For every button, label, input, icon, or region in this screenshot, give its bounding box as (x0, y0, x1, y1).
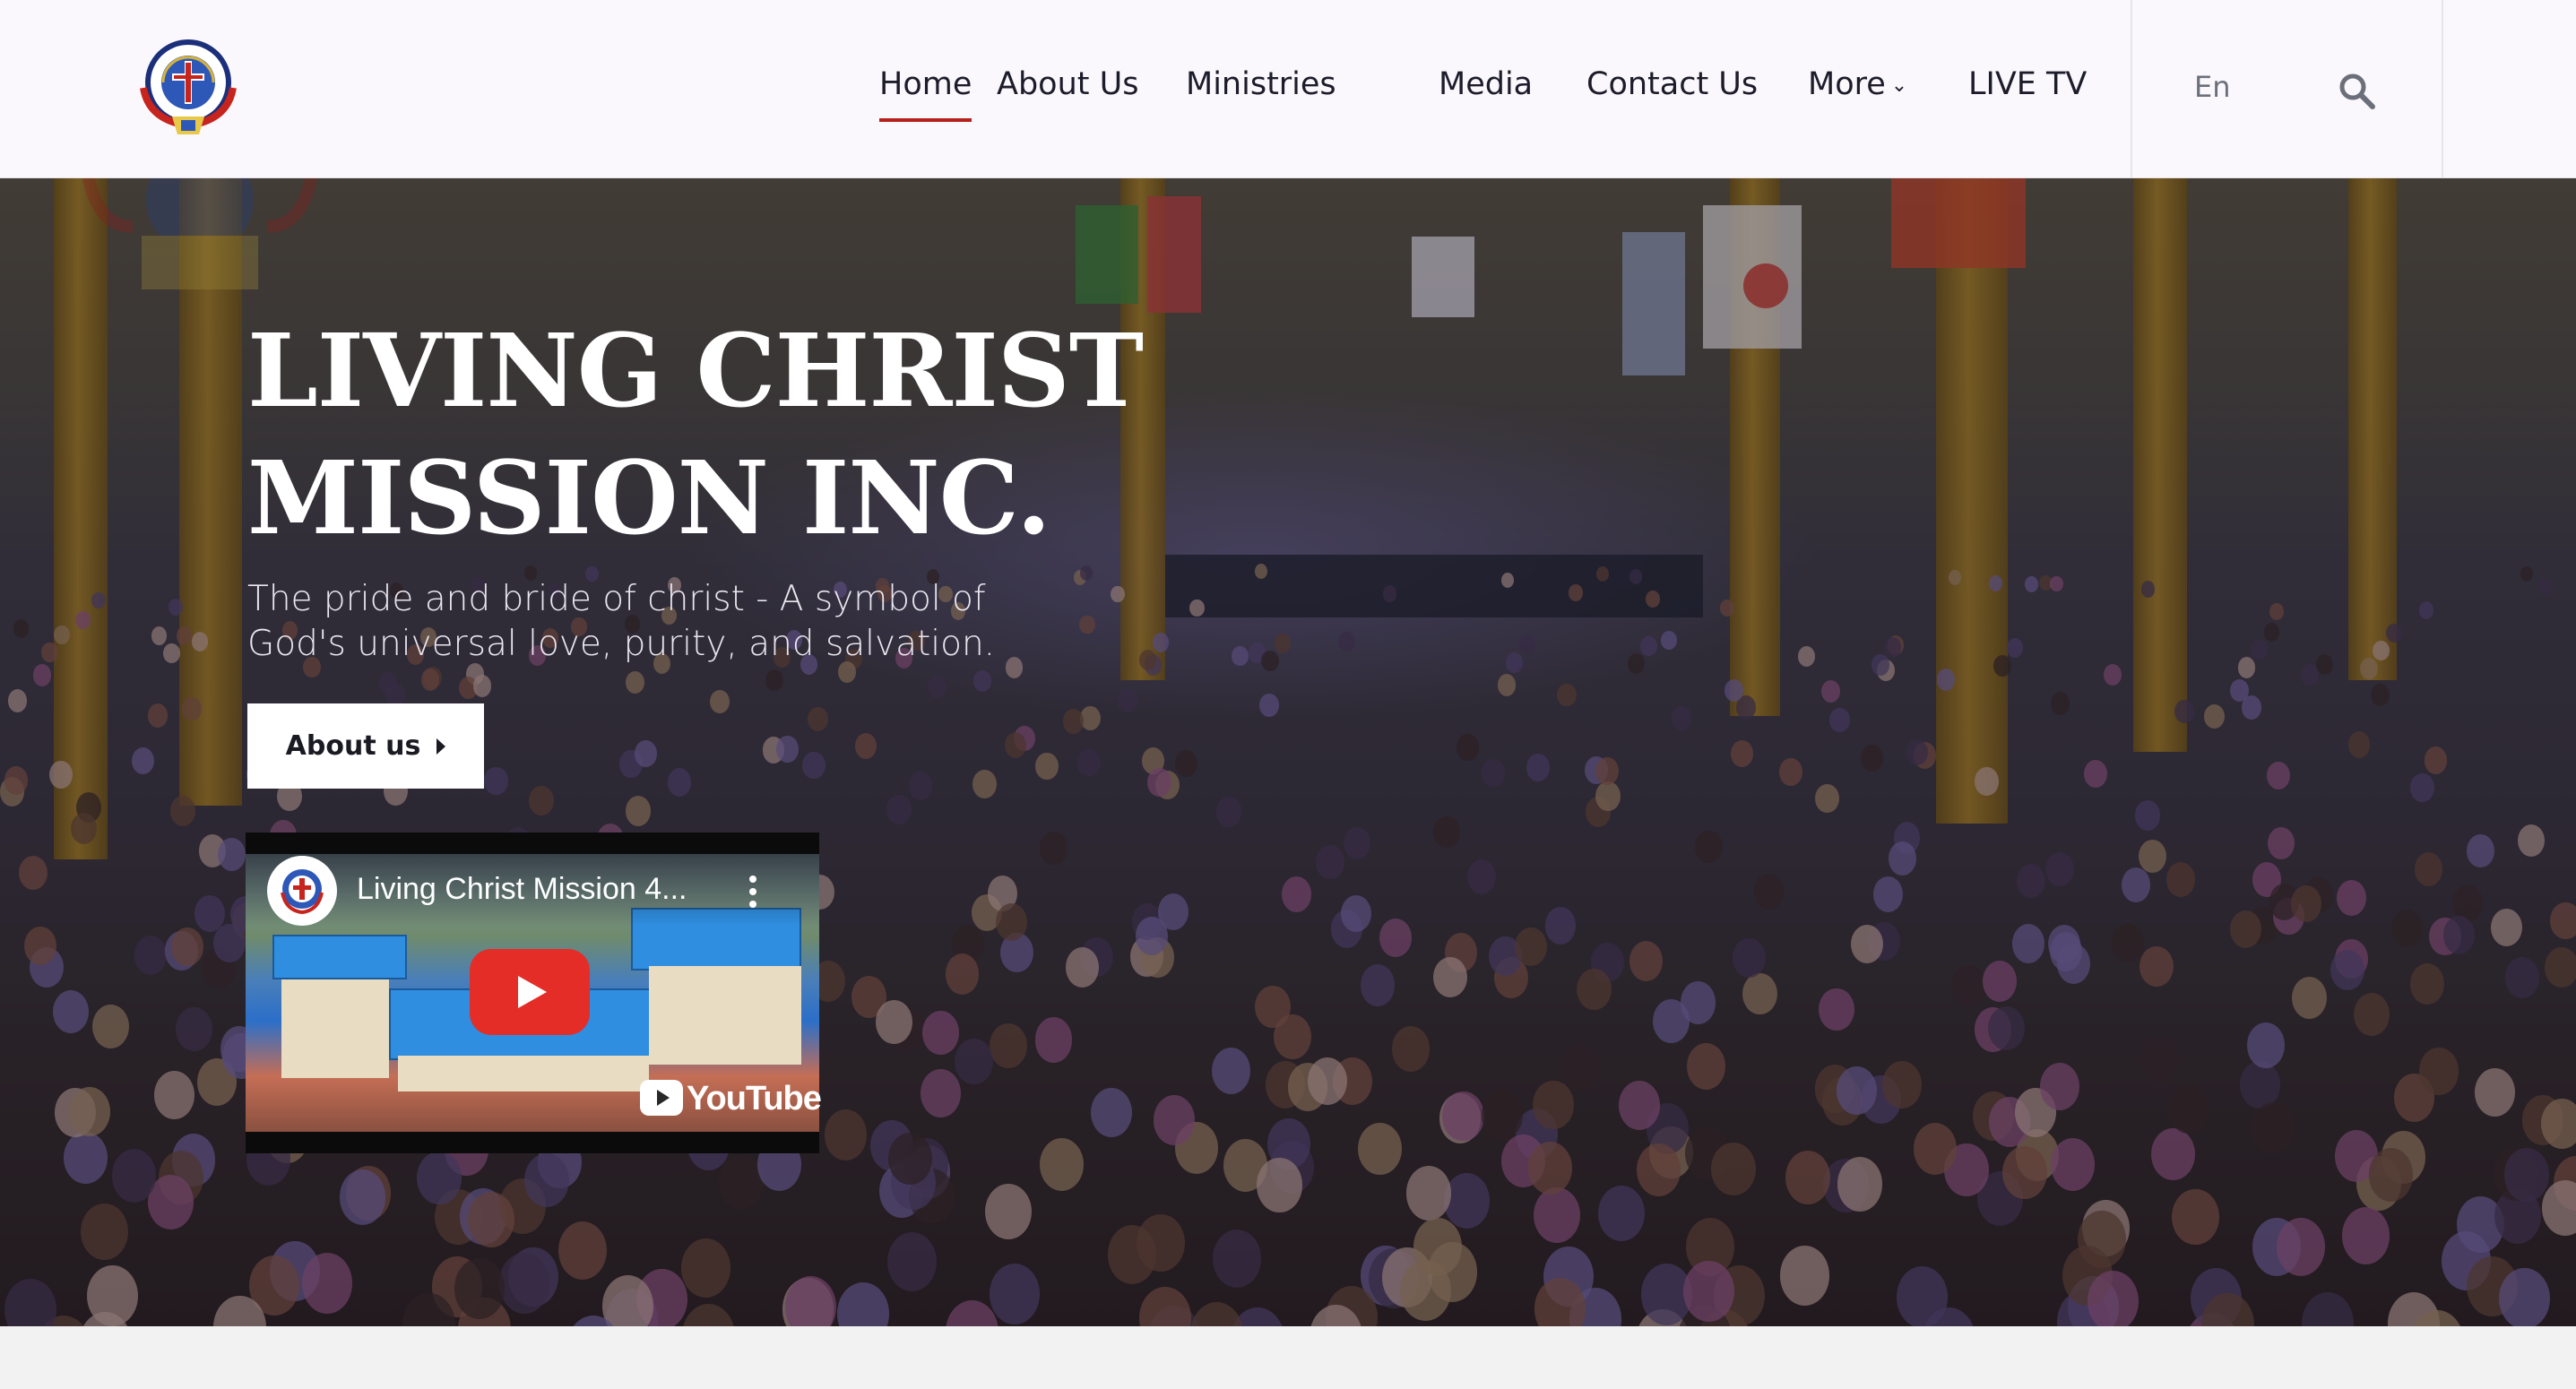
nav-live-tv[interactable]: LIVE TV (1968, 66, 2087, 102)
nav-ministries[interactable]: Ministries (1186, 66, 1336, 102)
thumb-building (649, 966, 801, 1065)
youtube-play-icon (470, 949, 590, 1035)
hero-title: LIVING CHRIST MISSION INC. (247, 308, 1233, 563)
nav-more[interactable]: More ⌄ (1808, 66, 1907, 102)
thumb-roof (272, 935, 407, 979)
header-divider-right (2442, 0, 2443, 178)
youtube-embed[interactable]: Living Christ Mission 4... YouTube (246, 833, 822, 1153)
nav-about-us[interactable]: About Us (997, 66, 1138, 102)
hero-subtitle-line2: God's universal love, purity, and salvat… (247, 624, 996, 664)
nav-more-label: More (1808, 66, 1886, 102)
page-footer-strip (0, 1326, 2576, 1389)
main-nav: Home About Us Ministries Media Contact U… (0, 0, 2133, 178)
site-header: Home About Us Ministries Media Contact U… (0, 0, 2576, 178)
channel-avatar[interactable] (267, 856, 337, 926)
channel-logo-icon (281, 869, 324, 915)
nav-home[interactable]: Home (879, 66, 972, 122)
video-title[interactable]: Living Christ Mission 4... (357, 872, 715, 907)
hero-subtitle: The pride and bride of christ - A symbol… (247, 577, 1036, 667)
youtube-wordmark: YouTube (687, 1080, 822, 1117)
thumb-building (398, 1056, 649, 1091)
hero-subtitle-line1: The pride and bride of christ - A symbol… (247, 579, 986, 619)
nav-contact-us[interactable]: Contact Us (1586, 66, 1758, 102)
youtube-logo[interactable]: YouTube (640, 1076, 822, 1119)
about-us-button-label: About us (285, 730, 421, 762)
chevron-down-icon: ⌄ (1890, 74, 1908, 97)
header-divider (2131, 0, 2132, 178)
hero-title-line1: LIVING CHRIST (247, 313, 1144, 430)
nav-media[interactable]: Media (1439, 66, 1533, 102)
search-button[interactable] (2338, 72, 2377, 111)
search-icon (2339, 73, 2375, 109)
language-selector[interactable]: En (2194, 70, 2231, 104)
hero-section: LIVING CHRIST MISSION INC. The pride and… (0, 178, 2576, 1326)
play-button[interactable] (470, 949, 590, 1035)
about-us-button[interactable]: About us (247, 703, 484, 789)
more-vert-icon[interactable] (748, 874, 758, 910)
youtube-logo-icon (640, 1080, 683, 1116)
caret-right-icon (437, 738, 446, 755)
hero-title-line2: MISSION INC. (247, 440, 1051, 557)
